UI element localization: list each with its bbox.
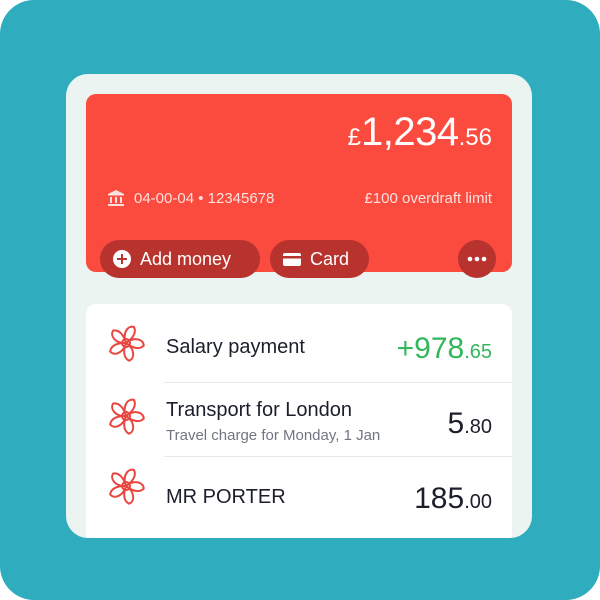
transaction-name: Salary payment (166, 336, 305, 358)
amount-main: 5 (447, 407, 465, 440)
add-money-button[interactable]: Add money (100, 240, 260, 278)
transaction-amount: 5.80 (448, 409, 493, 439)
account-balance: £1,234.56 (348, 112, 492, 152)
merchant-pinwheel-icon (109, 468, 145, 505)
sort-code-account-number: 04-00-04 • 12345678 (134, 190, 275, 207)
card-button[interactable]: Card (270, 240, 369, 278)
overdraft-limit: £100 overdraft limit (364, 190, 492, 207)
merchant-pinwheel-icon (109, 398, 145, 435)
transaction-name: Transport for London (166, 399, 353, 421)
amount-main: 185 (414, 482, 465, 515)
balance-currency: £ (347, 124, 362, 151)
transaction-row[interactable]: Transport for London Travel charge for M… (86, 382, 512, 456)
card-label: Card (310, 248, 350, 269)
card-icon (283, 253, 301, 266)
amount-fraction: .00 (464, 491, 492, 513)
transaction-amount: +978.65 (397, 334, 492, 364)
more-dots-icon (467, 256, 487, 262)
amount-fraction: .80 (464, 416, 492, 438)
amount-fraction: .65 (464, 341, 492, 363)
plus-circle-icon (113, 250, 131, 268)
account-card[interactable]: £1,234.56 04-00-04 • 12345678 £100 overd… (86, 94, 512, 278)
transaction-row[interactable]: Salary payment +978.65 (86, 304, 512, 382)
balance-main: 1,234 (361, 110, 459, 154)
background-frame: £1,234.56 04-00-04 • 12345678 £100 overd… (0, 0, 600, 600)
add-money-label: Add money (140, 248, 232, 269)
balance-fraction: .56 (458, 124, 492, 151)
transaction-row[interactable]: MR PORTER 185.00 (86, 456, 512, 538)
transaction-list: Salary payment +978.65 Transport for Lon… (86, 304, 512, 538)
transaction-name: MR PORTER (166, 486, 286, 508)
bank-building-icon (108, 190, 124, 206)
account-details-row: 04-00-04 • 12345678 £100 overdraft limit (106, 188, 492, 208)
merchant-pinwheel-icon (109, 325, 145, 362)
transaction-subtitle: Travel charge for Monday, 1 Jan (166, 427, 381, 444)
transaction-amount: 185.00 (414, 484, 492, 514)
amount-main: +978 (396, 332, 465, 365)
app-screen: £1,234.56 04-00-04 • 12345678 £100 overd… (66, 74, 532, 538)
more-options-button[interactable] (458, 240, 496, 278)
